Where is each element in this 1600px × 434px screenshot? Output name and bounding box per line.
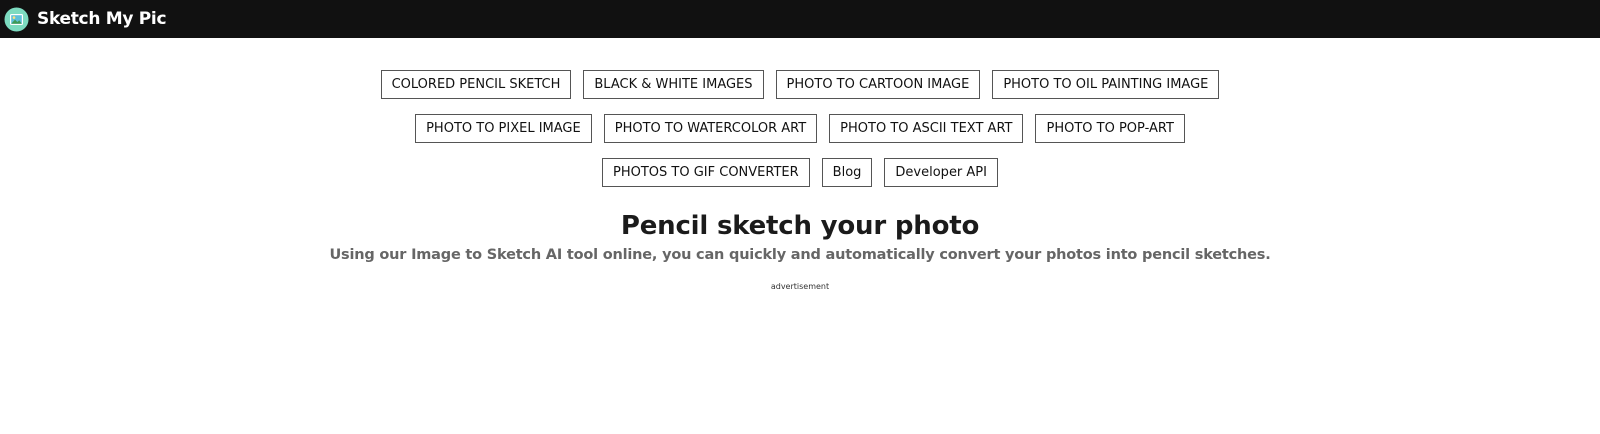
nav-photo-to-pixel[interactable]: PHOTO TO PIXEL IMAGE (415, 114, 592, 143)
nav-row-1: COLORED PENCIL SKETCH BLACK & WHITE IMAG… (0, 70, 1600, 99)
nav-photo-to-oil-painting[interactable]: PHOTO TO OIL PAINTING IMAGE (992, 70, 1220, 99)
nav-black-white-images[interactable]: BLACK & WHITE IMAGES (583, 70, 764, 99)
nav-developer-api[interactable]: Developer API (884, 158, 998, 187)
page-subtitle: Using our Image to Sketch AI tool online… (329, 247, 1271, 263)
page-title: Pencil sketch your photo (620, 211, 980, 241)
hero-section: Pencil sketch your photo Using our Image… (0, 210, 1600, 265)
nav-photos-to-gif[interactable]: PHOTOS TO GIF CONVERTER (602, 158, 810, 187)
image-landscape-icon (4, 7, 29, 32)
brand-home-link[interactable]: Sketch My Pic (0, 0, 167, 38)
nav-photo-to-watercolor[interactable]: PHOTO TO WATERCOLOR ART (603, 114, 818, 143)
nav-photo-to-cartoon[interactable]: PHOTO TO CARTOON IMAGE (775, 70, 981, 99)
nav-photo-to-ascii[interactable]: PHOTO TO ASCII TEXT ART (829, 114, 1024, 143)
nav-blog[interactable]: Blog (821, 158, 873, 187)
brand-name: Sketch My Pic (37, 9, 167, 29)
advertisement-label: advertisement (770, 282, 830, 291)
nav-row-2: PHOTO TO PIXEL IMAGE PHOTO TO WATERCOLOR… (0, 114, 1600, 143)
nav-photo-to-pop-art[interactable]: PHOTO TO POP-ART (1035, 114, 1185, 143)
tool-navigation: COLORED PENCIL SKETCH BLACK & WHITE IMAG… (0, 70, 1600, 202)
top-navbar: Sketch My Pic (0, 0, 1600, 38)
nav-colored-pencil-sketch[interactable]: COLORED PENCIL SKETCH (380, 70, 572, 99)
nav-row-3: PHOTOS TO GIF CONVERTER Blog Developer A… (0, 158, 1600, 187)
